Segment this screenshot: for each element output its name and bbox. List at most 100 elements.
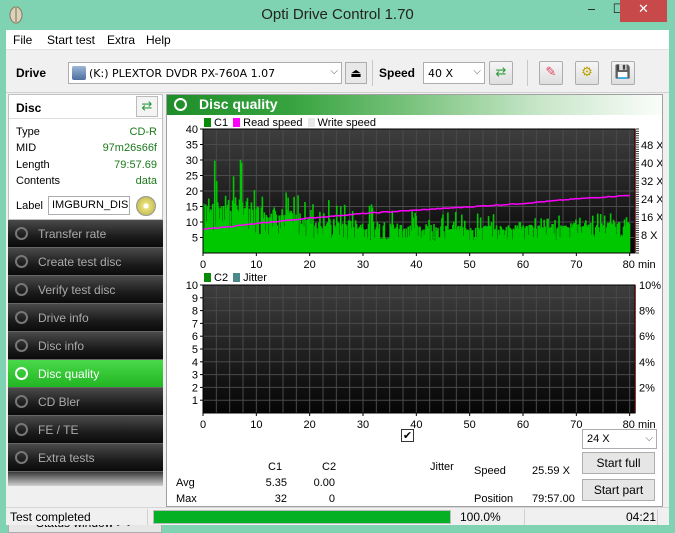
y-tick-label: 10 [186,280,198,292]
chevron-down-icon: ⌵ [473,66,481,77]
x-tick-label: 0 [200,259,206,271]
y-tick-label: 2 [192,382,198,394]
field-key: MID [16,142,37,154]
nav-item-label: Disc quality [38,367,100,381]
drive-select[interactable]: (K:) PLEXTOR DVDR PX-760A 1.07 ⌵ [68,62,342,84]
settings-button[interactable]: ⚙ [575,61,599,85]
menu-bar: File Start test Extra Help [6,30,669,50]
disc-info-box: Disc ⇄ Type CD-R MID 97m26s66f Length 79… [8,94,163,220]
status-text: Test completed [10,510,91,524]
disc-icon [15,283,28,296]
x-tick-label: 40 [410,259,422,271]
nav-item-disc-quality[interactable]: Disc quality [8,360,163,388]
disc-icon [15,451,28,464]
c1-bar [628,223,631,253]
y-tick-label: 6 [192,331,198,343]
toolbar: Drive (K:) PLEXTOR DVDR PX-760A 1.07 ⌵ ⏏… [6,51,669,93]
speed-value: 40 X [428,67,454,80]
position-label: Position [474,493,514,505]
toolbar-divider [527,60,528,86]
nav-item-label: FE / TE [38,423,79,437]
stats-c2-avg: 0.00 [313,477,335,489]
minimize-button[interactable]: ‒ [578,0,605,22]
eject-icon: ⏏ [350,66,362,80]
disc-icon [15,311,28,324]
x-tick-label: 0 [200,419,206,431]
stats-c2-max: 0 [328,493,335,505]
cd-icon[interactable] [136,196,156,216]
field-key: Length [16,159,50,171]
disc-icon [15,423,28,436]
y2-tick-label: 32 X [641,176,662,188]
refresh-speed-button[interactable]: ⇄ [489,61,513,85]
y2-tick-label: 10% [639,280,661,292]
y2-tick-label: 4% [639,357,655,369]
y-tick-label: 3 [192,370,198,382]
toolbar-divider [372,60,373,86]
y-tick-label: 25 [186,171,198,183]
menu-file[interactable]: File [13,33,32,47]
nav-item-create-test-disc[interactable]: Create test disc [8,248,163,276]
nav-item-label: Drive info [38,311,89,325]
nav-item-label: Disc info [38,339,85,353]
x-tick-label: 30 [357,259,369,271]
field-value: 79:57.69 [114,159,157,171]
speed-select[interactable]: 40 X ⌵ [423,62,485,84]
erase-button[interactable]: ✎ [539,61,563,85]
save-button[interactable]: 💾 [611,61,635,85]
disc-title: Disc [16,101,42,115]
menu-start-test[interactable]: Start test [47,33,95,47]
y-tick-label: 30 [186,155,198,167]
test-speed-select[interactable]: 24 X ⌵ [582,429,657,449]
nav-item-transfer-rate[interactable]: Transfer rate [8,220,163,248]
nav-item-verify-test-disc[interactable]: Verify test disc [8,276,163,304]
window-title: Opti Drive Control 1.70 [261,6,414,23]
x-tick-label: 30 [357,419,369,431]
disc-icon [15,339,28,352]
nav-item-extra-tests[interactable]: Extra tests [8,444,163,472]
speed-stat-label: Speed [474,465,506,477]
y-tick-label: 9 [192,293,198,305]
disc-field-mid: MID 97m26s66f [16,142,157,156]
nav-item-label: Extra tests [38,451,95,465]
menu-help[interactable]: Help [146,33,171,47]
disc-field-contents: Contents data [16,175,157,189]
nav-item-label: Create test disc [38,255,122,269]
y-tick-label: 5 [192,344,198,356]
menu-extra[interactable]: Extra [107,33,135,47]
disc-label-input[interactable]: IMGBURN_DISC [48,196,130,215]
close-button[interactable]: ✕ [620,0,667,22]
eraser-icon: ✎ [545,65,557,80]
y-tick-label: 40 [186,124,198,136]
start-part-button[interactable]: Start part [582,479,655,501]
start-full-button[interactable]: Start full [582,452,655,474]
y-tick-label: 15 [186,202,198,214]
x-tick-label: 60 [517,419,529,431]
x-tick-label: 50 [464,419,476,431]
jitter-checkbox[interactable]: ✔ [401,429,414,442]
x-tick-label: 20 [304,419,316,431]
field-value: 97m26s66f [102,142,157,154]
disc-refresh-button[interactable]: ⇄ [136,96,158,117]
stats-col-c2: C2 [322,461,337,473]
statusbar-divider [657,509,658,525]
drive-icon [72,66,86,80]
x-tick-label: 80 min [623,259,656,271]
y-tick-label: 7 [192,318,198,330]
eject-button[interactable]: ⏏ [345,62,367,84]
title-bar: Opti Drive Control 1.70 ‒ ☐ ✕ [0,0,675,30]
nav-item-fe-te[interactable]: FE / TE [8,416,163,444]
statusbar-divider [147,509,148,525]
nav-item-label: Verify test disc [38,283,116,297]
x-tick-label: 70 [570,419,582,431]
gear-icon: ⚙ [581,65,593,80]
nav-item-drive-info[interactable]: Drive info [8,304,163,332]
nav-item-label: CD Bler [38,395,81,409]
progress-percent: 100.0% [460,510,501,524]
nav-item-cd-bler[interactable]: CD Bler [8,388,163,416]
nav-item-disc-info[interactable]: Disc info [8,332,163,360]
disc-field-length: Length 79:57.69 [16,159,157,173]
field-value: CD-R [129,126,158,138]
disc-icon [15,227,28,240]
field-key: Type [16,126,40,138]
